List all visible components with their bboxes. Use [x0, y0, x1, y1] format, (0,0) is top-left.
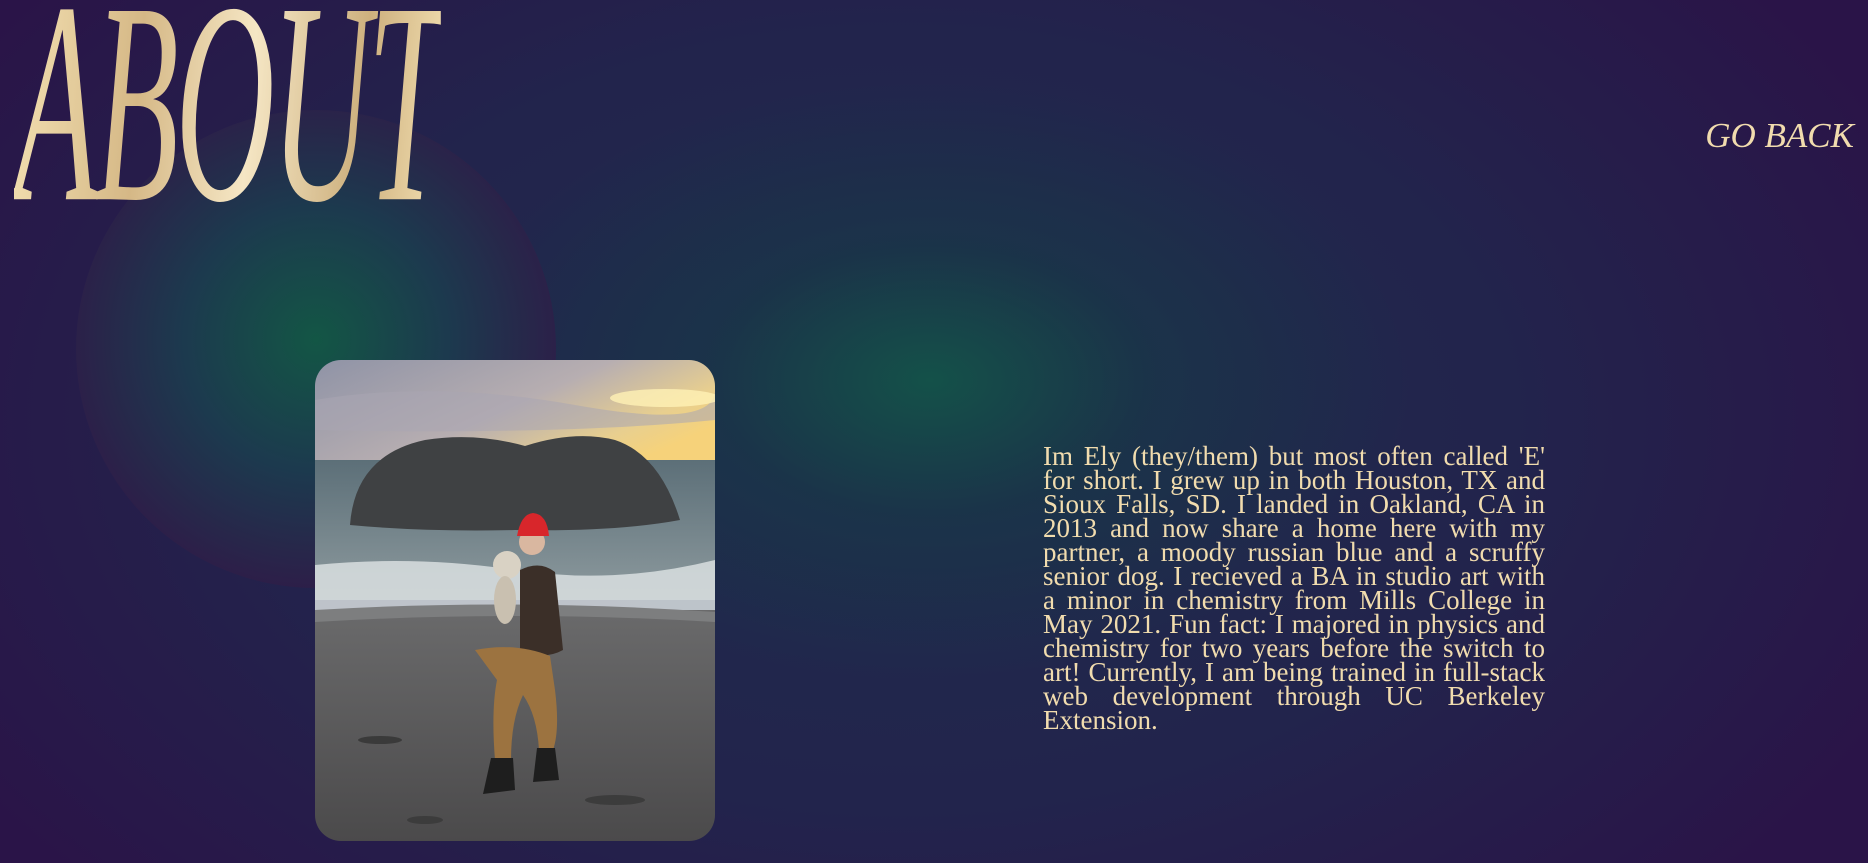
- profile-photo: [315, 360, 715, 841]
- bio-text: Im Ely (they/them) but most often called…: [1043, 441, 1545, 735]
- go-back-link[interactable]: GO BACK: [1705, 118, 1854, 153]
- page-title: ABOUT: [14, 0, 444, 248]
